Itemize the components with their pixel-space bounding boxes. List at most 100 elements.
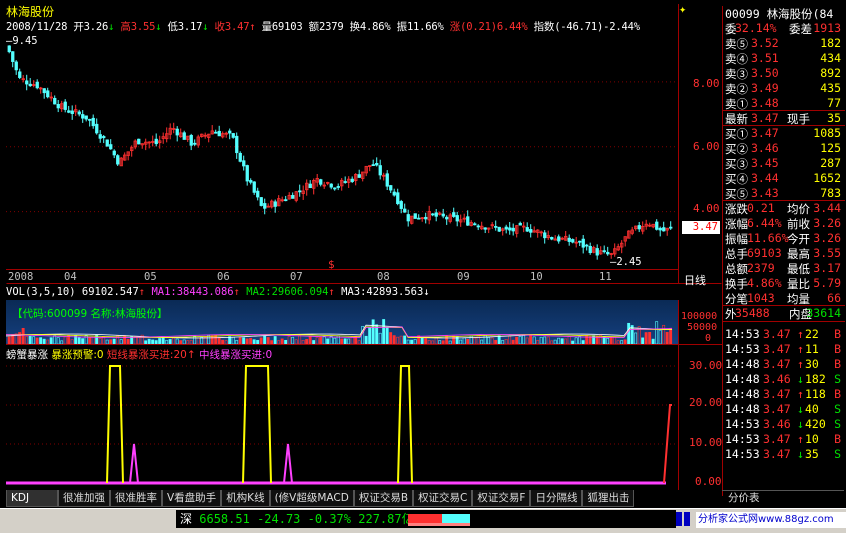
volume-bar (627, 322, 631, 344)
candle-body (11, 51, 15, 62)
volume-axis: 100000 50000 0 (678, 300, 722, 344)
volume-legend: VOL(3,5,10) 69102.547↑ MA1:38443.086↑ MA… (6, 286, 430, 298)
tab-indicator[interactable]: 权证交易C (413, 490, 473, 507)
candle-body (245, 165, 249, 182)
candle-body (371, 164, 375, 167)
volume-bar (669, 327, 673, 344)
tick-row: 14:53 3.47 ↑ 11 B (725, 342, 841, 356)
candle-body (637, 225, 641, 230)
stat-row: 涨幅 6.44% 前收 3.26 (725, 216, 841, 231)
ask-row: 卖② 3.49 435 (725, 81, 841, 96)
candle-body (375, 162, 379, 166)
candle-body (291, 195, 295, 199)
candle-body (46, 90, 50, 98)
last-price-tag: 3.47 (682, 221, 720, 234)
candlestick-chart[interactable] (6, 30, 678, 270)
volume-bar (63, 336, 67, 344)
candle-body (70, 110, 74, 114)
tab-indicator[interactable]: KDJ (6, 490, 58, 507)
tab-price-table[interactable]: 分价表 (722, 490, 844, 507)
candle-body (298, 190, 302, 193)
candle-body (669, 226, 673, 229)
candle-body (249, 180, 253, 183)
period-label[interactable]: 日线 (684, 272, 706, 288)
ask-row: 卖③ 3.50 892 (725, 66, 841, 81)
indicator-chart[interactable] (6, 360, 678, 490)
volume-bar (546, 336, 550, 344)
tab-indicator[interactable]: 权证交易B (353, 490, 414, 507)
candle-body (588, 245, 592, 254)
indicator-light-icon (676, 512, 682, 526)
volume-bar (329, 336, 333, 344)
candle-body (18, 71, 22, 78)
volume-bar (319, 336, 323, 344)
volume-bar (291, 336, 295, 344)
status-controls[interactable] (676, 512, 696, 526)
alert-signal (397, 365, 413, 484)
stat-row: 总额 2379 最低 3.17 (725, 261, 841, 276)
tab-indicator[interactable]: 狐狸出击 (582, 490, 635, 507)
indicator-tabs: KDJ 很准加强 很准胜率 V看盘助手 机构K线 (修V超级MACD 权证交易B 权证交易C 权… (6, 490, 635, 507)
volume-bar (658, 329, 662, 344)
tab-indicator[interactable]: 权证交易F (472, 490, 531, 507)
candle-body (658, 227, 662, 231)
candle-body (445, 216, 449, 220)
candle-body (256, 190, 260, 198)
volume-bar (585, 335, 589, 344)
ask-row: 卖⑤ 3.52 182 (725, 36, 841, 51)
stat-row: 分笔 1043 均量 66 (725, 291, 841, 306)
candle-body (284, 199, 288, 202)
date-label: 09 (457, 271, 470, 283)
volume-bar (588, 336, 592, 344)
volume-bar (539, 336, 543, 344)
tab-indicator[interactable]: V看盘助手 (162, 490, 222, 507)
candle-body (154, 138, 158, 145)
volume-bar (137, 336, 141, 344)
candle-body (343, 181, 347, 183)
candle-body (655, 221, 659, 230)
tab-indicator[interactable]: 很准加强 (58, 490, 110, 507)
volume-chart[interactable] (6, 300, 678, 344)
volume-bar (543, 336, 547, 344)
bid-row: 买③ 3.45 287 (725, 156, 841, 171)
candle-body (336, 186, 340, 188)
candle-body (235, 135, 239, 154)
date-label: 11 (599, 271, 612, 283)
candle-body (259, 197, 263, 206)
date-label: 2008 (8, 271, 34, 283)
stat-row: 振幅 11.66% 今开 3.26 (725, 231, 841, 246)
stat-row: 总手 69103 最高 3.55 (725, 246, 841, 261)
inner-outer-row: 外 35488 内盘 33614 (725, 306, 841, 321)
candle-body (466, 216, 470, 226)
volume-bar (210, 335, 214, 344)
tab-indicator[interactable]: (修V超级MACD (269, 490, 354, 507)
tab-indicator[interactable]: 很准胜率 (110, 490, 162, 507)
volume-bar (7, 336, 11, 344)
bid-row: 买① 3.47 1085 (725, 126, 841, 141)
volume-bar (483, 335, 487, 344)
volume-bar (238, 337, 242, 344)
lock-icon[interactable]: ✦ (679, 2, 691, 16)
volume-bar (497, 335, 501, 344)
candle-body (329, 183, 333, 188)
market-breadth-small (408, 523, 470, 526)
alert-signal (106, 365, 124, 484)
candle-body (504, 226, 508, 230)
index-ticker[interactable]: 深 6658.51 -24.73 -0.37% 227.87亿 (176, 510, 676, 528)
bid-row: 买⑤ 3.43 783 (725, 186, 841, 201)
volume-bar (53, 335, 57, 344)
quote-side-panel: 00099 林海股份(84 委 32.14% 委差 1913 卖⑤ 3.52 182 卖④ 3.5… (722, 6, 845, 496)
candle-body (543, 232, 547, 239)
volume-bar (417, 335, 421, 344)
candle-body (399, 201, 403, 209)
volume-bar (392, 335, 396, 344)
candle-body (67, 110, 71, 113)
volume-bar (385, 327, 389, 344)
volume-bar (644, 332, 648, 344)
candle-body (595, 248, 599, 256)
volume-bar (452, 335, 456, 344)
volume-bar (665, 332, 669, 344)
tab-indicator[interactable]: 机构K线 (221, 490, 270, 507)
site-link[interactable]: 分析家公式网www.88gz.com (696, 512, 846, 528)
tab-indicator[interactable]: 日分隔线 (530, 490, 583, 507)
